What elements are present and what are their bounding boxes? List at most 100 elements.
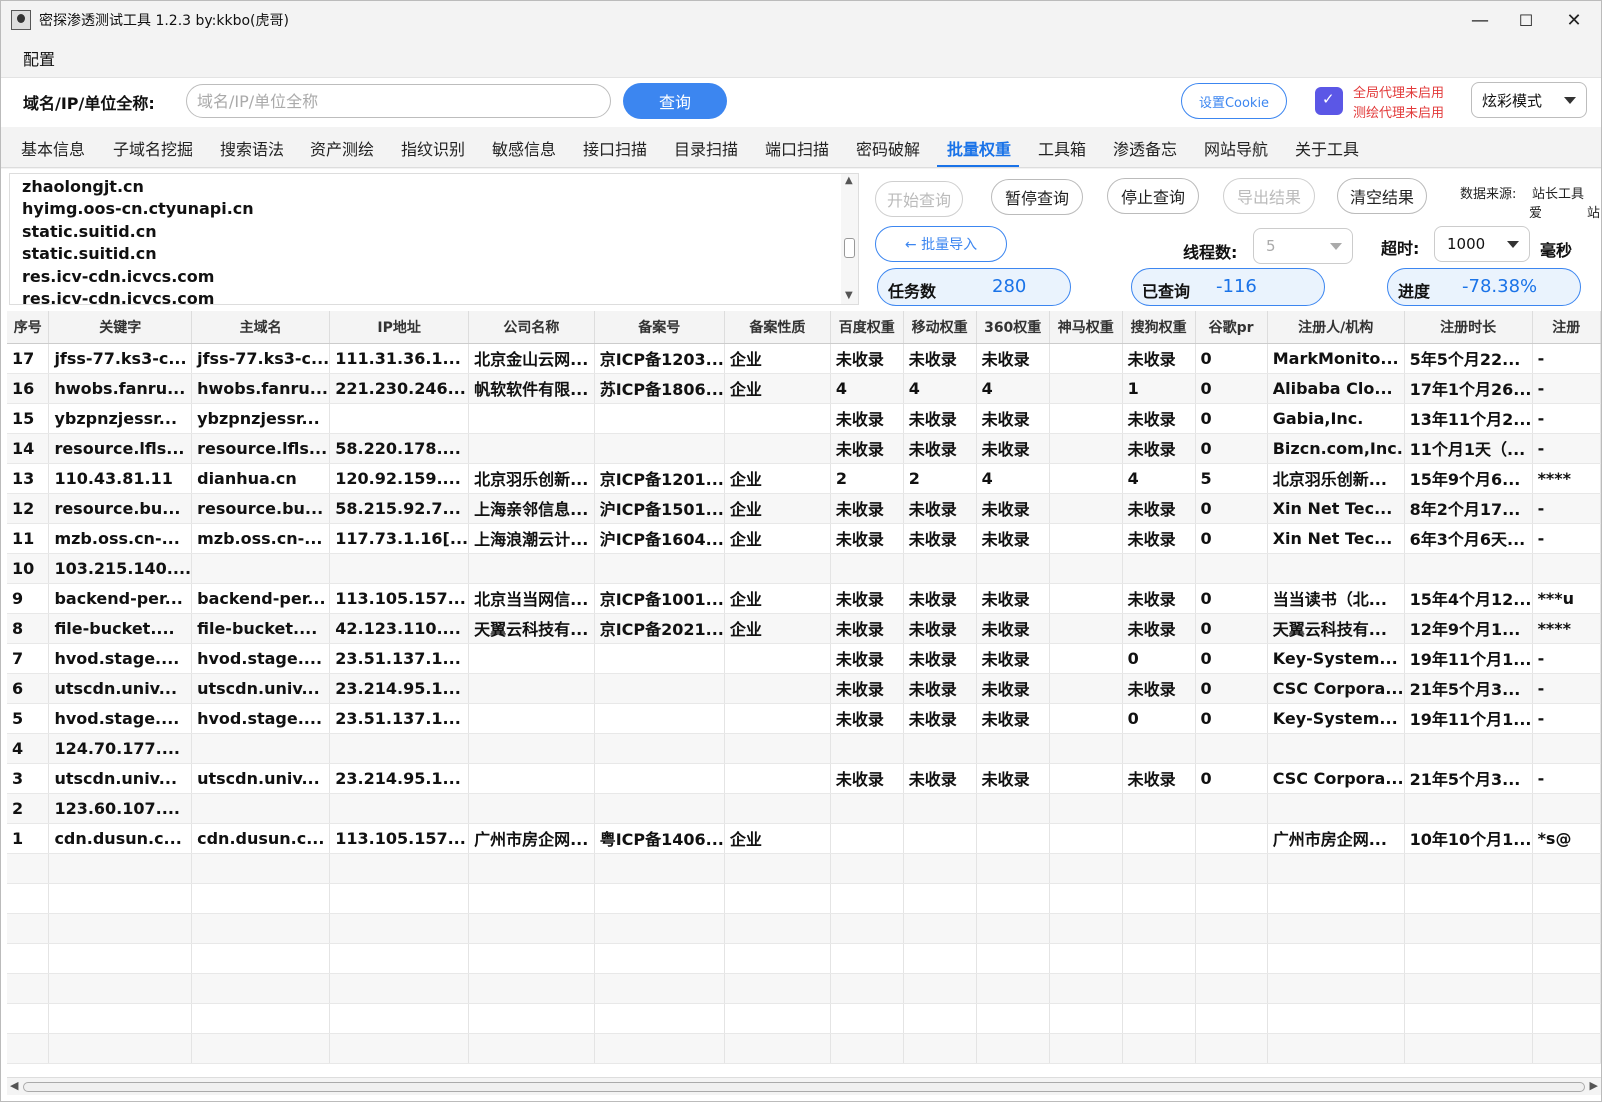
table-cell <box>468 733 595 764</box>
column-header[interactable]: 注册人/机构 <box>1267 311 1405 344</box>
table-cell <box>903 913 977 944</box>
set-cookie-button[interactable]: 设置Cookie <box>1181 83 1287 119</box>
column-header[interactable]: 主域名 <box>191 311 331 344</box>
table-row[interactable]: 4 124.70.177.... <box>7 733 1601 764</box>
table-cell <box>1122 853 1196 884</box>
table-row[interactable]: 17 jfss-77.ks3-c... jfss-77.ks3-c... 111.31… <box>7 343 1601 374</box>
menu-config[interactable]: 配置 <box>23 46 55 70</box>
table-cell: 0 <box>1195 523 1268 554</box>
column-header[interactable]: 谷歌pr <box>1195 311 1268 344</box>
scrollbar-thumb[interactable] <box>23 1082 1585 1092</box>
column-header[interactable]: 关键字 <box>48 311 193 344</box>
scroll-down-icon[interactable]: ▼ <box>845 290 853 301</box>
query-button[interactable]: 查询 <box>623 83 727 119</box>
table-row[interactable]: 8 file-bucket.... file-bucket.... 42.123.11… <box>7 613 1601 644</box>
table-row[interactable] <box>7 913 1601 944</box>
table-cell: hvod.stage.... <box>48 643 193 674</box>
table-cell <box>594 643 725 674</box>
tab-api-scan[interactable]: 接口扫描 <box>583 136 647 160</box>
stop-query-button[interactable]: 停止查询 <box>1107 178 1199 214</box>
horizontal-scrollbar[interactable]: ◀ ▶ <box>7 1077 1601 1095</box>
table-row[interactable]: 3 utscdn.univ... utscdn.univ... 23.214.95.1… <box>7 763 1601 794</box>
column-header[interactable]: 移动权重 <box>903 311 977 344</box>
minimize-button[interactable]: — <box>1457 1 1503 39</box>
table-row[interactable]: 9 backend-per... backend-per... 113.105.157… <box>7 583 1601 614</box>
column-header[interactable]: 神马权重 <box>1049 311 1123 344</box>
table-row[interactable]: 14 resource.lfls... resource.lfls... 58.220… <box>7 433 1601 464</box>
table-cell: 未收录 <box>903 763 977 794</box>
tab-batch-weight[interactable]: 批量权重 <box>947 136 1011 160</box>
table-cell: 5 <box>7 703 50 734</box>
table-row[interactable]: 15 ybzpnzjessr... ybzpnzjessr... 未收录 未收录 未收录未… <box>7 403 1601 434</box>
table-row[interactable] <box>7 973 1601 1004</box>
table-row[interactable] <box>7 853 1601 884</box>
table-row[interactable]: 16 hwobs.fanru... hwobs.fanru... 221.230.24… <box>7 373 1601 404</box>
tab-site-nav[interactable]: 网站导航 <box>1204 136 1268 160</box>
tab-sensitive-info[interactable]: 敏感信息 <box>492 136 556 160</box>
data-source-option[interactable]: 站长工具 <box>1532 183 1584 202</box>
data-source-option[interactable]: 站 <box>1587 202 1600 221</box>
table-row[interactable]: 10 103.215.140.... <box>7 553 1601 584</box>
export-results-button[interactable]: 导出结果 <box>1223 178 1315 214</box>
table-row[interactable] <box>7 1003 1601 1034</box>
column-header[interactable]: 百度权重 <box>830 311 904 344</box>
tab-asset-mapping[interactable]: 资产测绘 <box>310 136 374 160</box>
tab-basic-info[interactable]: 基本信息 <box>21 136 85 160</box>
table-cell <box>830 733 904 764</box>
scroll-left-icon[interactable]: ◀ <box>10 1079 18 1092</box>
tab-pentest-notes[interactable]: 渗透备忘 <box>1113 136 1177 160</box>
scroll-up-icon[interactable]: ▲ <box>845 175 853 186</box>
tab-about[interactable]: 关于工具 <box>1295 136 1359 160</box>
column-header[interactable]: 备案号 <box>594 311 725 344</box>
column-header[interactable]: 注册时长 <box>1404 311 1533 344</box>
table-row[interactable]: 6 utscdn.univ... utscdn.univ... 23.214.95.1… <box>7 673 1601 704</box>
clear-results-button[interactable]: 清空结果 <box>1337 178 1427 214</box>
column-header[interactable]: IP地址 <box>329 311 470 344</box>
tab-fingerprint[interactable]: 指纹识别 <box>401 136 465 160</box>
column-header[interactable]: 搜狗权重 <box>1122 311 1196 344</box>
search-input[interactable] <box>186 84 611 118</box>
timeout-select[interactable]: 1000 <box>1434 226 1530 262</box>
mode-select[interactable]: 炫彩模式 <box>1471 82 1587 118</box>
table-row[interactable]: 13 110.43.81.11 dianhua.cn 120.92.159.... 北京… <box>7 463 1601 494</box>
table-cell: 0 <box>1122 703 1196 734</box>
tab-dir-scan[interactable]: 目录扫描 <box>674 136 738 160</box>
tab-search-syntax[interactable]: 搜索语法 <box>220 136 284 160</box>
tab-port-scan[interactable]: 端口扫描 <box>765 136 829 160</box>
table-row[interactable]: 7 hvod.stage.... hvod.stage.... 23.51.137.1… <box>7 643 1601 674</box>
tab-password-crack[interactable]: 密码破解 <box>856 136 920 160</box>
table-cell: Alibaba Clo... <box>1267 373 1405 404</box>
table-row[interactable]: 2 123.60.107.... <box>7 793 1601 824</box>
table-row[interactable]: 11 mzb.oss.cn-... mzb.oss.cn-... 117.73.1.1… <box>7 523 1601 554</box>
table-row[interactable] <box>7 1033 1601 1064</box>
table-row[interactable]: 12 resource.bu... resource.bu... 58.215.92.… <box>7 493 1601 524</box>
column-header[interactable]: 备案性质 <box>724 311 831 344</box>
start-query-button[interactable]: 开始查询 <box>875 181 963 217</box>
pause-query-button[interactable]: 暂停查询 <box>991 179 1083 215</box>
scrollbar-thumb[interactable] <box>844 238 855 258</box>
table-row[interactable] <box>7 943 1601 974</box>
shield-check-icon[interactable] <box>1315 87 1343 115</box>
table-row[interactable]: 5 hvod.stage.... hvod.stage.... 23.51.137.1… <box>7 703 1601 734</box>
tab-subdomain[interactable]: 子域名挖掘 <box>113 136 193 160</box>
maximize-button[interactable]: ☐ <box>1503 1 1549 39</box>
tab-toolbox[interactable]: 工具箱 <box>1038 136 1086 160</box>
domain-list-textarea[interactable]: zhaolongjt.cn hyimg.oos-cn.ctyunapi.cn s… <box>9 173 859 305</box>
column-header[interactable]: 序号 <box>7 311 50 344</box>
table-cell: 0 <box>1195 673 1268 704</box>
batch-import-button[interactable]: ← 批量导入 <box>875 226 1007 262</box>
thread-count-select[interactable]: 5 <box>1253 228 1353 264</box>
table-row[interactable] <box>7 883 1601 914</box>
table-cell: dianhua.cn <box>191 463 331 494</box>
table-cell <box>7 1033 50 1064</box>
queried-count-value: -116 <box>1216 276 1257 297</box>
table-row[interactable]: 1 cdn.dusun.c... cdn.dusun.c... 113.105.157… <box>7 823 1601 854</box>
close-button[interactable]: ✕ <box>1551 1 1597 39</box>
column-header[interactable]: 360权重 <box>976 311 1050 344</box>
scroll-right-icon[interactable]: ▶ <box>1590 1079 1598 1092</box>
column-header[interactable]: 公司名称 <box>468 311 595 344</box>
domain-list-scrollbar[interactable]: ▲ ▼ <box>841 174 858 304</box>
task-count-label: 任务数 <box>888 282 937 301</box>
column-header[interactable]: 注册 <box>1532 311 1601 344</box>
data-source-option[interactable]: 爱 <box>1529 202 1542 221</box>
